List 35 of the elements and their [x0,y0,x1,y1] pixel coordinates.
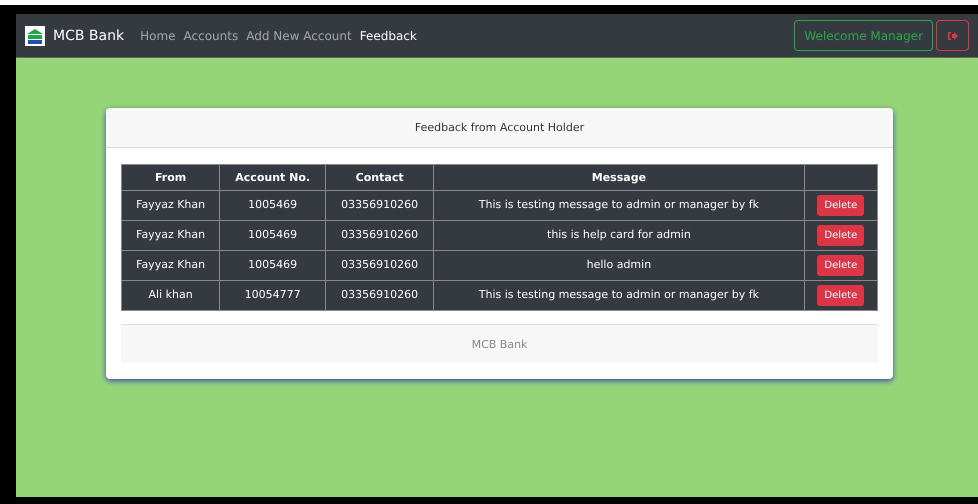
column-header: Message [434,164,804,190]
sign-out-icon [947,30,958,40]
table-cell: 03356910260 [326,250,434,280]
table-cell: 1005469 [220,220,326,250]
table-cell: This is testing message to admin or manager by fk [434,280,804,310]
nav-link[interactable]: Add New Account [246,28,352,42]
delete-button[interactable]: Delete [817,195,864,216]
delete-button[interactable]: Delete [817,255,864,276]
logo-icon [25,26,45,46]
nav-link[interactable]: Feedback [360,28,417,42]
column-header: Contact [326,164,434,190]
table-cell: 1005469 [220,250,326,280]
table-cell: hello admin [434,250,804,280]
table-cell: 10054777 [220,280,326,310]
column-header: From [122,164,220,190]
table-cell: 03356910260 [326,220,434,250]
table-cell: Fayyaz Khan [122,250,220,280]
nav-link[interactable]: Home [140,28,176,42]
delete-button[interactable]: Delete [817,225,864,246]
table-cell: 1005469 [220,190,326,220]
brand-name[interactable]: MCB Bank [53,28,124,44]
welcome-button[interactable]: Welecome Manager [794,20,933,51]
table-cell: this is help card for admin [434,220,804,250]
nav-link[interactable]: Accounts [184,28,238,42]
table-cell: Fayyaz Khan [122,220,220,250]
table-cell: Fayyaz Khan [122,190,220,220]
table-cell: Ali khan [122,280,220,310]
table-cell: This is testing message to admin or manager by fk [434,190,804,220]
column-header: Account No. [220,164,326,190]
delete-button[interactable]: Delete [817,285,864,306]
table-cell: 03356910260 [326,280,434,310]
logout-button[interactable] [936,20,969,51]
card-footer: MCB Bank [121,324,878,363]
table-cell: 03356910260 [326,190,434,220]
card-title: Feedback from Account Holder [106,108,893,148]
